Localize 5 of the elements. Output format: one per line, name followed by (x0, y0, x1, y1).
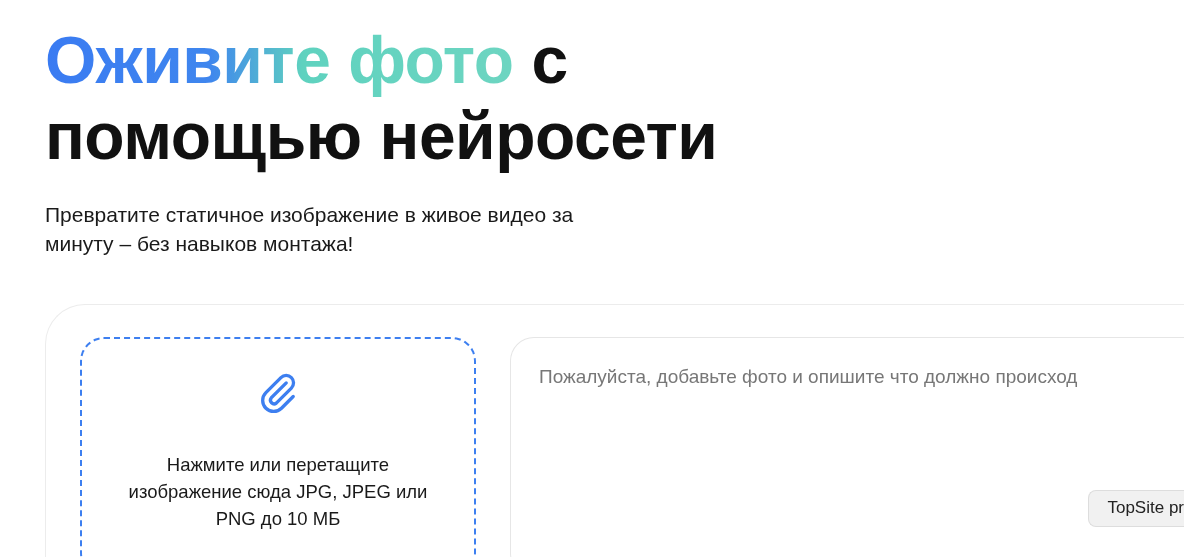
page-heading: Оживите фото с помощью нейросети (45, 22, 719, 174)
upload-instructions: Нажмите или перетащите изображение сюда JPG, JPEG или PNG до 10 МБ (128, 453, 428, 531)
upload-dropzone[interactable]: Нажмите или перетащите изображение сюда JPG, JPEG или PNG до 10 МБ (80, 337, 476, 557)
tooltip: TopSite pr (1088, 490, 1184, 527)
subtitle: Превратите статичное изображение в живое видео за минуту – без навыков монтажа! (45, 202, 575, 257)
